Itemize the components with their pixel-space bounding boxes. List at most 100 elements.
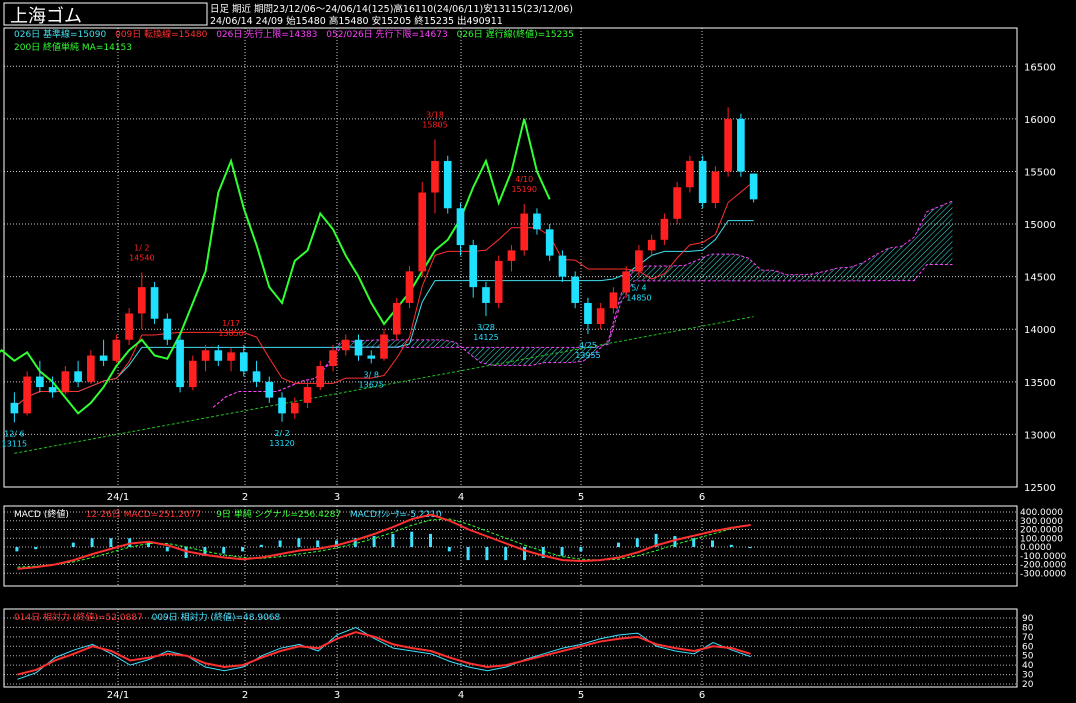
quote-line: 24/06/14 24/09 始15480 高15480 安15205 終152… xyxy=(210,15,503,27)
candle-body xyxy=(405,271,414,303)
annotation-value: 15805 xyxy=(422,120,447,129)
x-tick-label: 6 xyxy=(699,492,705,503)
candle-body xyxy=(749,173,758,200)
rsi-legend-9: 009日 相対力 (終値)=48.9068 xyxy=(152,611,281,623)
candle-body xyxy=(380,334,388,359)
macd-osc-bar xyxy=(278,540,282,547)
candle-body xyxy=(686,160,694,188)
annotation-value: 13675 xyxy=(359,380,384,389)
price-tick-label: 13000 xyxy=(1024,430,1056,441)
price-tick-label: 15000 xyxy=(1024,220,1056,231)
macd-osc-bar xyxy=(410,531,414,547)
candle-body xyxy=(584,302,592,324)
price-tick-label: 16500 xyxy=(1024,62,1056,73)
price-annotations: 12/ 613115 1/ 214540 1/1713850 2/ 213120 3/ … xyxy=(2,110,652,448)
annotation-value: 13115 xyxy=(2,439,27,448)
x-tick-label: 3 xyxy=(334,690,340,701)
candle-body xyxy=(482,287,490,303)
macd-osc-bar xyxy=(34,547,38,550)
rsi-legend: 014日 相対力 (終値)=52.0887 009日 相対力 (終値)=48.9… xyxy=(14,611,281,623)
macd-osc-bar xyxy=(165,547,169,552)
annotation-value: 13120 xyxy=(269,439,294,448)
indicator-legend: 026日 基準線=15090 009日 転換線=15480 026日 先行上限=… xyxy=(14,28,574,40)
macd-osc-bar xyxy=(579,547,583,552)
macd-osc-bar xyxy=(729,544,733,547)
macd-legend: MACD (終値) 12-26日 MACD=251.2077 9日 単純 シグナ… xyxy=(14,508,442,520)
candle-body xyxy=(125,313,133,340)
candle-body xyxy=(239,352,248,372)
candle-body xyxy=(596,308,605,324)
annotation-date: 3/18 xyxy=(426,110,444,119)
price-tick-label: 16000 xyxy=(1024,115,1056,126)
candle-body xyxy=(138,287,146,314)
x-tick-label: 4 xyxy=(458,492,464,503)
candle-body xyxy=(87,355,95,382)
candle-body xyxy=(163,318,172,340)
x-tick-label: 6 xyxy=(699,690,705,701)
page-title: 上海ゴム xyxy=(10,6,82,27)
candle-body xyxy=(494,260,503,303)
candle-body xyxy=(341,339,350,351)
candle-body xyxy=(647,239,656,251)
candle-body xyxy=(74,371,82,382)
macd-osc-bar xyxy=(692,538,696,547)
macd-osc-bar xyxy=(71,542,75,547)
legend-chikou: 026日 遅行線(終値)=15235 xyxy=(457,28,574,40)
macd-osc-bar xyxy=(372,536,376,547)
candle-body xyxy=(469,245,478,288)
macd-osc-bar xyxy=(90,538,94,547)
macd-osc-bar xyxy=(635,538,639,547)
candle-body xyxy=(443,160,452,209)
annotation-date: 5/ 4 xyxy=(631,284,646,293)
candle-body xyxy=(61,371,70,393)
annotation-date: 12/ 6 xyxy=(4,429,25,438)
rsi-panel: 9080706050403020 xyxy=(4,614,1034,690)
x-tick-label: 2 xyxy=(242,690,248,701)
macd-osc-bar xyxy=(15,547,19,552)
candle-body xyxy=(737,118,745,172)
macd-osc-bar xyxy=(429,533,432,547)
macd-tick-label: -300.0000 xyxy=(1020,569,1066,579)
macd-signal-line xyxy=(17,518,751,568)
candle-body xyxy=(252,371,261,382)
legend-kijun: 026日 基準線=15090 xyxy=(14,28,106,40)
annotation-value: 13850 xyxy=(218,329,243,338)
x-tick-label: 24/1 xyxy=(107,492,129,503)
candle-body xyxy=(112,339,121,361)
price-tick-label: 13500 xyxy=(1024,378,1056,389)
candle-body xyxy=(316,366,325,388)
legend-senkou-b: 052/026日 先行下限=14673 xyxy=(326,28,447,40)
macd-osc-bar xyxy=(617,542,620,547)
x-tick-label: 5 xyxy=(578,492,584,503)
x-tick-label: 5 xyxy=(578,690,584,701)
annotation-date: 1/17 xyxy=(222,319,240,328)
candle-body xyxy=(329,350,337,367)
annotation-value: 14850 xyxy=(626,294,651,303)
macd-osc-bar xyxy=(297,538,301,547)
annotation-value: 15190 xyxy=(511,185,536,194)
legend-tenkan: 009日 転換線=15480 xyxy=(115,28,207,40)
y-axis-labels: 12500 13000 13500 14000 14500 15000 15500 16000… xyxy=(1024,62,1056,494)
candle-body xyxy=(711,171,720,204)
rsi-tick-label: 20 xyxy=(1022,680,1034,690)
rsi-9-line xyxy=(17,626,751,680)
candle-body xyxy=(99,355,108,361)
candle-body xyxy=(545,229,554,256)
candle-body xyxy=(188,360,197,388)
candle-body xyxy=(367,355,376,359)
candle-body xyxy=(354,339,363,356)
candle-body xyxy=(724,118,732,172)
x-tick-label: 24/1 xyxy=(107,690,129,701)
candle-body xyxy=(36,376,44,388)
candle-body xyxy=(265,381,274,398)
candle-body xyxy=(10,402,19,414)
price-tick-label: 15500 xyxy=(1024,167,1056,178)
annotation-date: 2/ 2 xyxy=(274,429,289,438)
macd-legend-macd: 12-26日 MACD=251.2077 xyxy=(86,509,201,520)
candle-body xyxy=(571,276,580,303)
period-line: 日足 期近 期間23/12/06〜24/06/14(125)高16110(24/… xyxy=(210,3,573,15)
annotation-date: 4/25 xyxy=(579,341,597,350)
price-tick-label: 14500 xyxy=(1024,273,1056,284)
candle-body xyxy=(673,187,681,219)
macd-osc-bar xyxy=(109,538,113,547)
